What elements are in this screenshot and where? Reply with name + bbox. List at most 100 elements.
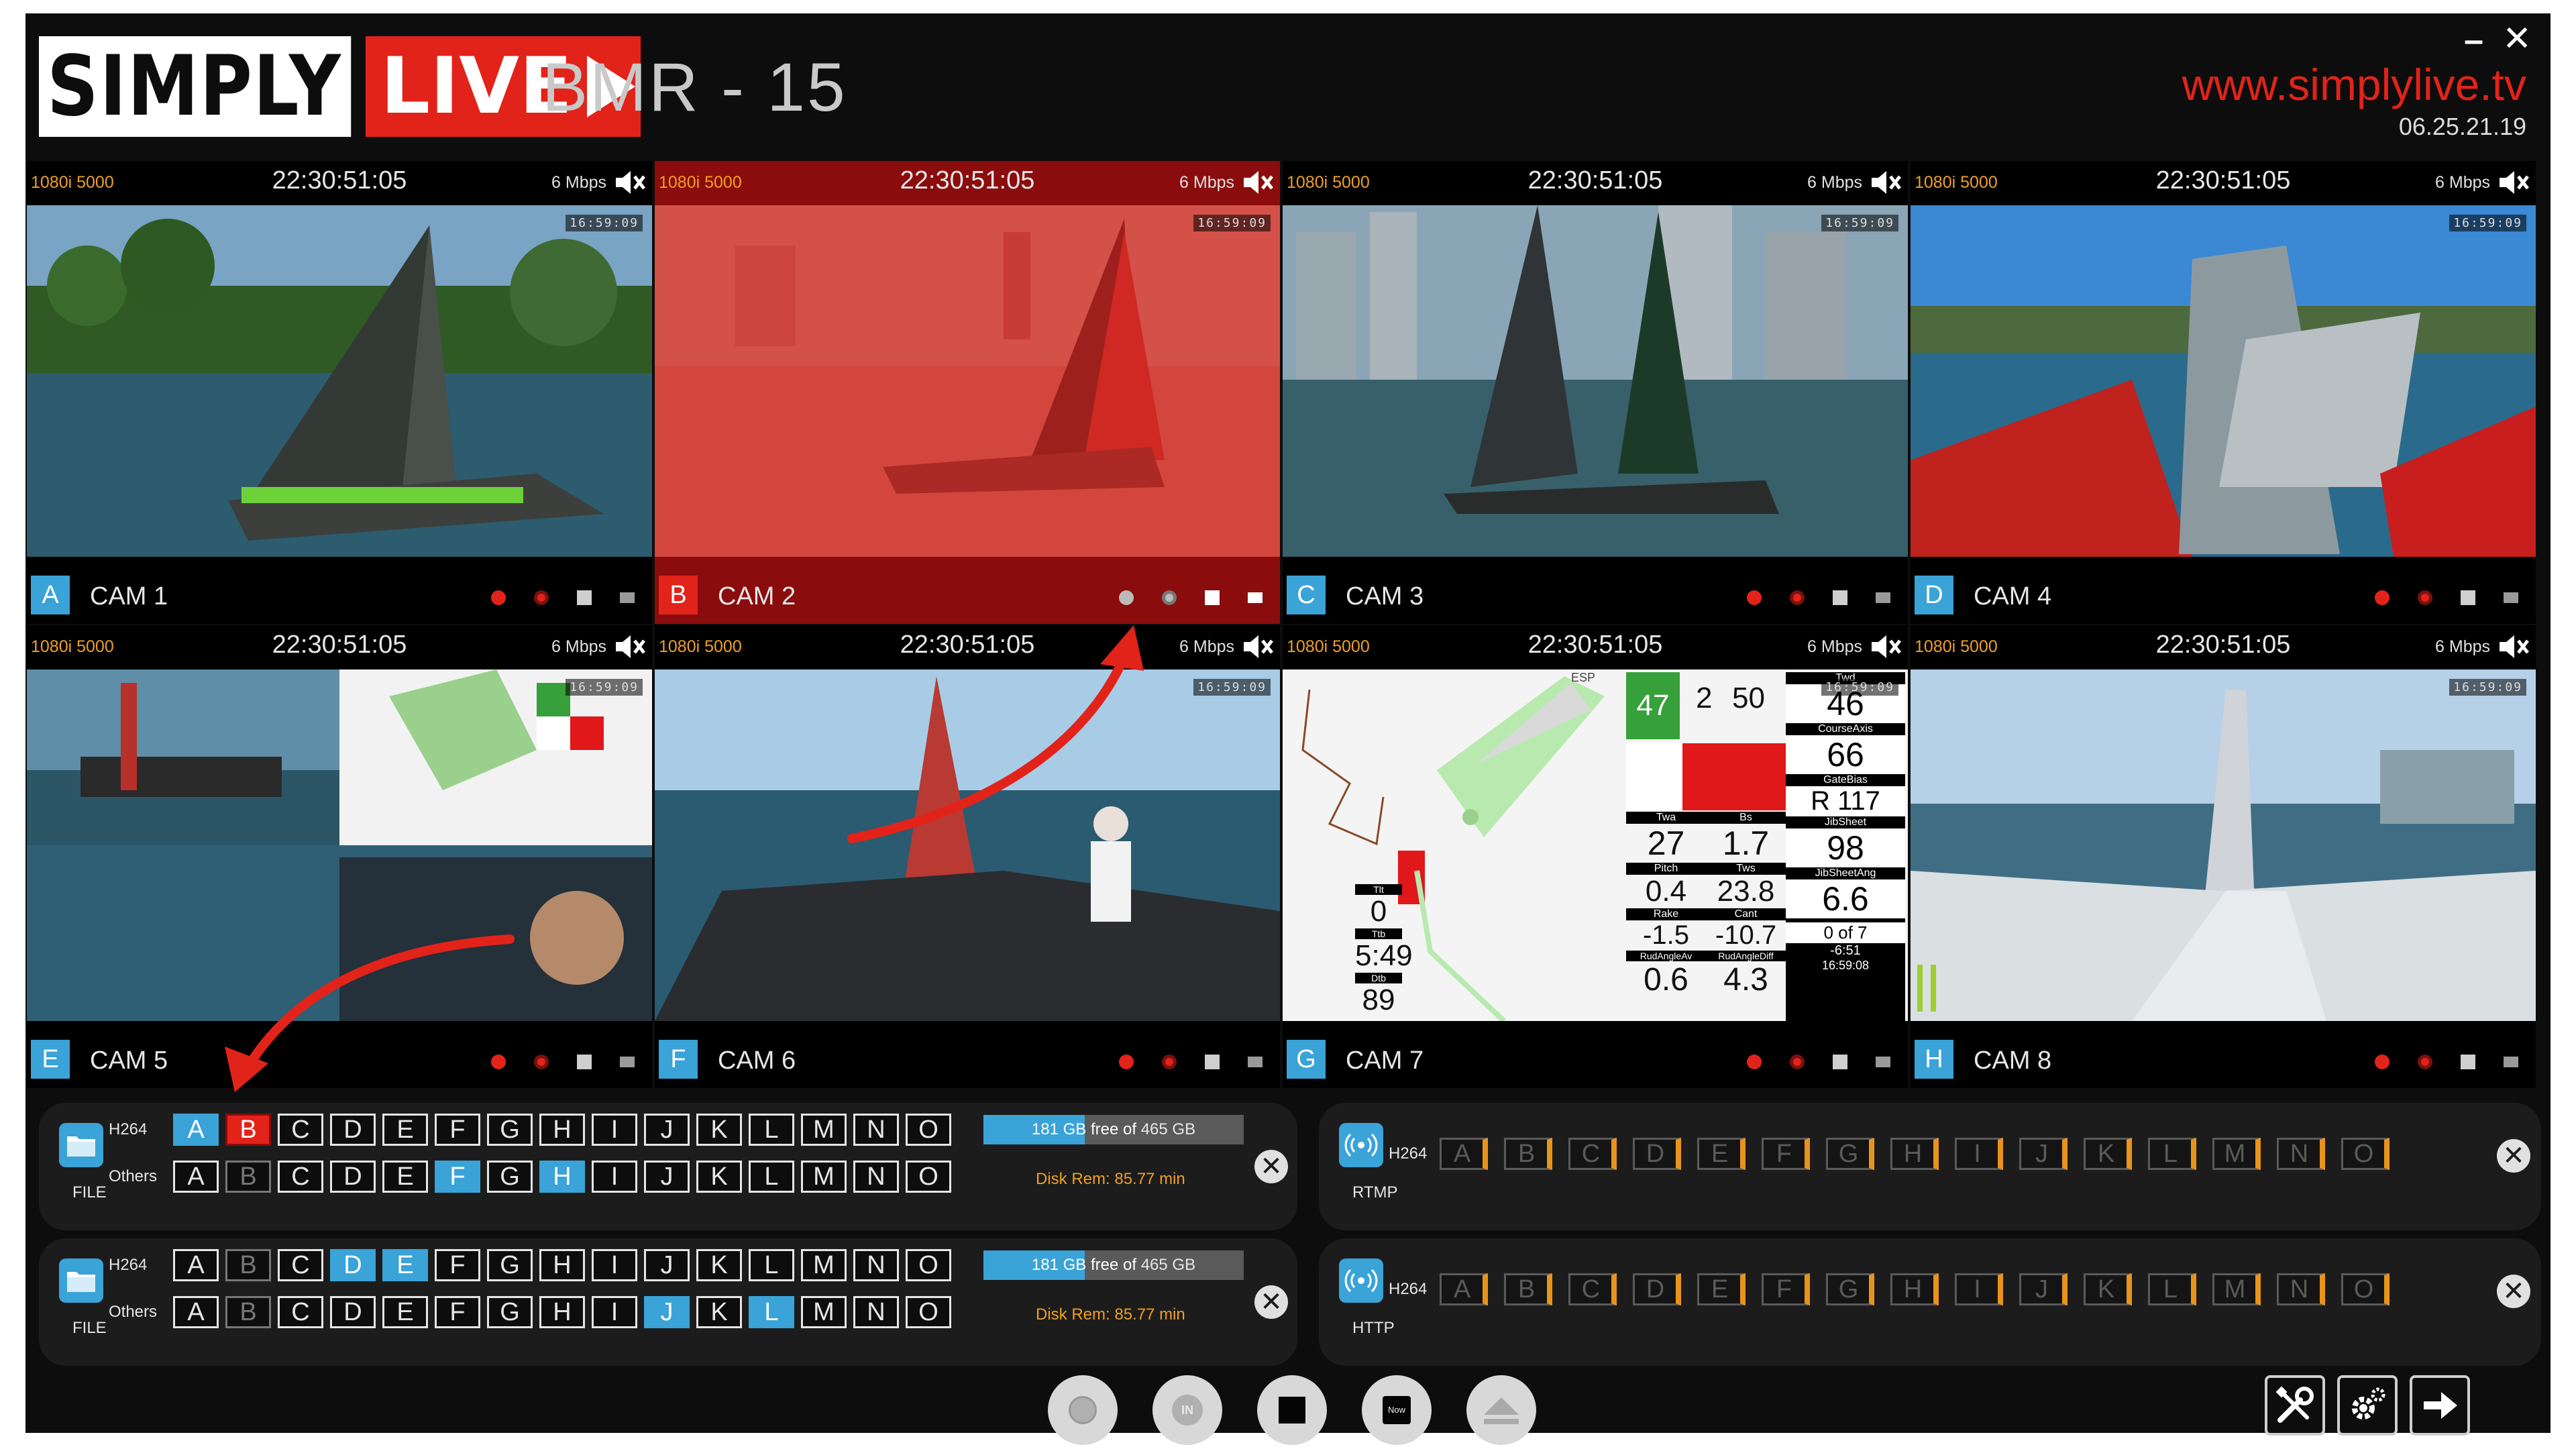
source-chip[interactable]: K (696, 1249, 742, 1281)
source-chip[interactable]: C (278, 1114, 323, 1146)
source-chip[interactable]: C (1568, 1273, 1617, 1305)
source-chip[interactable]: L (749, 1296, 794, 1328)
source-chip[interactable]: J (644, 1249, 690, 1281)
camera-tile-f[interactable]: 1080i 5000 22:30:51:05 6 Mbps 16:59:09 F… (655, 625, 1280, 1088)
source-chip[interactable]: L (2148, 1273, 2196, 1305)
record-indicator-icon[interactable] (2375, 1055, 2390, 1069)
source-chip[interactable]: F (435, 1114, 480, 1146)
list-icon[interactable] (2504, 592, 2518, 603)
record-button[interactable] (1048, 1375, 1118, 1445)
source-chip[interactable]: N (853, 1114, 899, 1146)
source-chip[interactable]: A (173, 1161, 219, 1193)
minimize-button[interactable]: – (2464, 20, 2483, 60)
mark-in-icon[interactable] (1790, 590, 1805, 605)
camera-tile-g[interactable]: 1080i 5000 22:30:51:05 6 Mbps 47 2 50 Tw… (1283, 625, 1908, 1088)
mark-in-icon[interactable] (2418, 1055, 2432, 1069)
source-chip[interactable]: F (1762, 1273, 1810, 1305)
list-icon[interactable] (620, 1057, 635, 1067)
camera-tile-d[interactable]: 1080i 5000 22:30:51:05 6 Mbps 16:59:09 D… (1911, 161, 2536, 624)
website-link[interactable]: www.simplylive.tv (2182, 59, 2526, 110)
audio-mute-button[interactable] (1241, 632, 1275, 661)
source-chip[interactable]: C (278, 1296, 323, 1328)
source-chip[interactable]: M (801, 1249, 847, 1281)
stop-icon[interactable] (1833, 590, 1847, 605)
source-chip[interactable]: C (278, 1249, 323, 1281)
source-chip[interactable]: A (173, 1114, 219, 1146)
source-chip[interactable]: L (749, 1114, 794, 1146)
stop-icon[interactable] (1833, 1055, 1847, 1069)
source-chip[interactable]: I (592, 1161, 637, 1193)
source-chip[interactable]: H (539, 1296, 585, 1328)
source-chip[interactable]: F (435, 1296, 480, 1328)
source-chip[interactable]: J (2019, 1138, 2068, 1170)
camera-tile-h[interactable]: 1080i 5000 22:30:51:05 6 Mbps 16:59:09 H… (1911, 625, 2536, 1088)
stop-icon[interactable] (1205, 590, 1220, 605)
stop-icon[interactable] (577, 1055, 592, 1069)
source-chip[interactable]: K (2084, 1138, 2132, 1170)
mark-in-button[interactable]: IN (1152, 1375, 1222, 1445)
source-chip[interactable]: F (1762, 1138, 1810, 1170)
stop-button[interactable] (1257, 1375, 1327, 1445)
camera-tile-c[interactable]: 1080i 5000 22:30:51:05 6 Mbps 16:59:09 C… (1283, 161, 1908, 624)
source-chip[interactable]: K (696, 1296, 742, 1328)
broadcast-icon[interactable] (1339, 1258, 1383, 1303)
audio-mute-button[interactable] (2497, 168, 2530, 197)
source-chip[interactable]: D (1633, 1138, 1681, 1170)
record-indicator-icon[interactable] (1119, 1055, 1134, 1069)
source-chip[interactable]: I (592, 1296, 637, 1328)
source-chip[interactable]: A (1440, 1273, 1488, 1305)
source-chip[interactable]: G (487, 1161, 533, 1193)
source-chip[interactable]: E (382, 1161, 428, 1193)
mark-in-icon[interactable] (534, 1055, 549, 1069)
record-indicator-icon[interactable] (1747, 590, 1762, 605)
list-icon[interactable] (2504, 1057, 2518, 1067)
source-chip[interactable]: D (330, 1296, 376, 1328)
source-chip[interactable]: O (906, 1114, 951, 1146)
source-chip[interactable]: O (2341, 1138, 2390, 1170)
close-window-button[interactable]: ✕ (2502, 19, 2532, 59)
audio-mute-button[interactable] (613, 632, 647, 661)
source-chip[interactable]: H (539, 1249, 585, 1281)
source-chip[interactable]: B (225, 1161, 271, 1193)
source-chip[interactable]: I (592, 1114, 637, 1146)
mark-in-icon[interactable] (1790, 1055, 1805, 1069)
stop-icon[interactable] (2461, 1055, 2475, 1069)
source-chip[interactable]: G (1826, 1138, 1874, 1170)
now-button[interactable]: Now (1362, 1375, 1432, 1445)
list-icon[interactable] (1248, 1057, 1263, 1067)
source-chip[interactable]: J (644, 1114, 690, 1146)
source-chip[interactable]: E (1697, 1273, 1746, 1305)
source-chip[interactable]: N (2277, 1138, 2325, 1170)
source-chip[interactable]: L (749, 1249, 794, 1281)
source-chip[interactable]: C (278, 1161, 323, 1193)
source-chip[interactable]: D (1633, 1273, 1681, 1305)
mark-in-icon[interactable] (1162, 1055, 1177, 1069)
record-indicator-icon[interactable] (491, 1055, 506, 1069)
source-chip[interactable]: O (906, 1296, 951, 1328)
source-chip[interactable]: A (1440, 1138, 1488, 1170)
source-chip[interactable]: O (906, 1249, 951, 1281)
source-chip[interactable]: M (801, 1161, 847, 1193)
source-chip[interactable]: A (173, 1296, 219, 1328)
source-chip[interactable]: L (2148, 1138, 2196, 1170)
source-chip[interactable]: O (906, 1161, 951, 1193)
source-chip[interactable]: K (696, 1114, 742, 1146)
audio-mute-button[interactable] (2497, 632, 2530, 661)
source-chip[interactable]: M (801, 1296, 847, 1328)
source-chip[interactable]: D (330, 1161, 376, 1193)
source-chip[interactable]: N (2277, 1273, 2325, 1305)
source-chip[interactable]: M (2212, 1273, 2261, 1305)
source-chip[interactable]: E (382, 1114, 428, 1146)
source-chip[interactable]: K (2084, 1273, 2132, 1305)
list-icon[interactable] (1876, 592, 1890, 603)
folder-icon[interactable] (59, 1258, 103, 1303)
source-chip[interactable]: I (1955, 1138, 2003, 1170)
source-chip[interactable]: H (1890, 1273, 1939, 1305)
close-panel-button[interactable]: ✕ (2497, 1275, 2530, 1308)
close-panel-button[interactable]: ✕ (1254, 1150, 1288, 1183)
source-chip[interactable]: N (853, 1161, 899, 1193)
source-chip[interactable]: A (173, 1249, 219, 1281)
camera-tile-a[interactable]: 1080i 5000 22:30:51:05 6 Mbps 16:59:09 A… (27, 161, 652, 624)
source-chip[interactable]: I (1955, 1273, 2003, 1305)
camera-tile-b[interactable]: 1080i 5000 22:30:51:05 6 Mbps 16:59:09 B… (655, 161, 1280, 624)
